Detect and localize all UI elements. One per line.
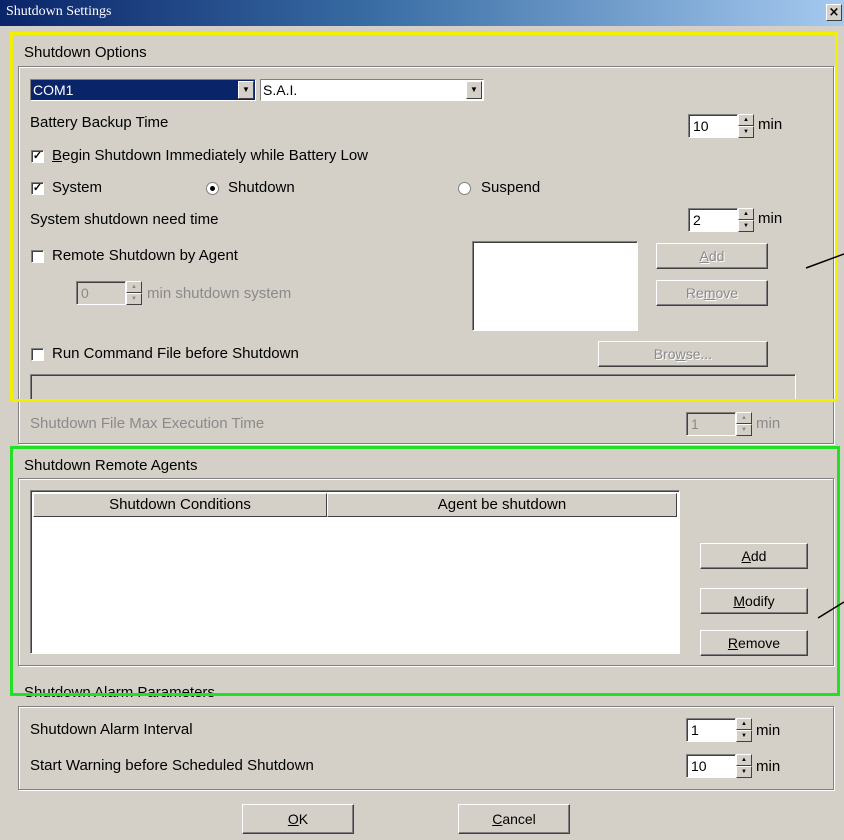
callout-line-yellow — [805, 253, 844, 269]
callout-line-green — [817, 601, 844, 619]
callout-lines — [805, 253, 844, 619]
